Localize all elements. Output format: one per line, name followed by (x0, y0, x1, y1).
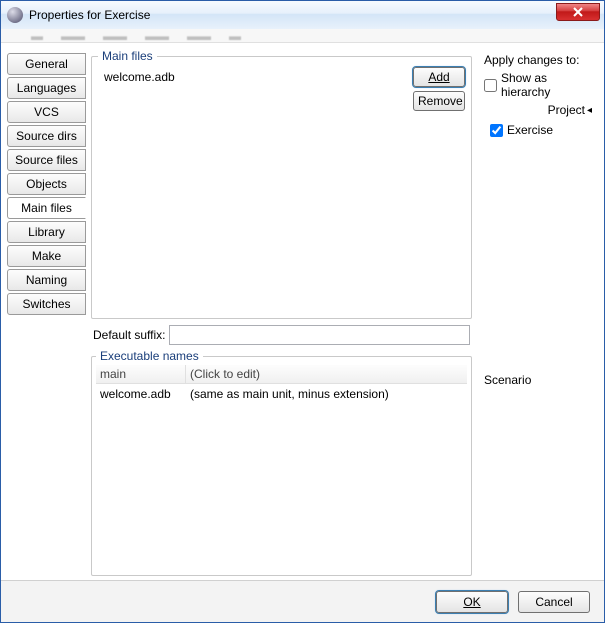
exec-row-name[interactable]: welcome.adb (96, 387, 186, 401)
tree-item-exercise[interactable]: Exercise (490, 123, 596, 137)
main-files-list[interactable]: welcome.adb (98, 67, 409, 111)
tab-strip: GeneralLanguagesVCSSource dirsSource fil… (7, 49, 85, 580)
remove-button[interactable]: Remove (413, 91, 465, 111)
properties-dialog: Properties for Exercise ▬▬▬▬▬▬▬▬▬▬ Gener… (0, 0, 605, 623)
scenario-header: Scenario (484, 373, 596, 387)
exec-row[interactable]: welcome.adb(same as main unit, minus ext… (96, 384, 467, 404)
tab-languages[interactable]: Languages (7, 77, 86, 99)
exec-header-main[interactable]: main (96, 365, 186, 383)
exec-rows: welcome.adb(same as main unit, minus ext… (96, 384, 467, 404)
main-file-item[interactable]: welcome.adb (102, 69, 405, 85)
show-hierarchy-label: Show as hierarchy (501, 71, 596, 99)
tab-general[interactable]: General (7, 53, 86, 75)
background-menu-shadow: ▬▬▬▬▬▬▬▬▬▬ (1, 29, 604, 43)
ok-button[interactable]: OK (436, 591, 508, 613)
default-suffix-input[interactable] (169, 325, 470, 345)
exec-table-header[interactable]: main (Click to edit) (96, 365, 467, 384)
tab-main-files[interactable]: Main files (7, 197, 86, 219)
apply-panel: Apply changes to: Show as hierarchy Proj… (478, 49, 598, 580)
default-suffix-label: Default suffix: (93, 328, 165, 342)
tab-source-files[interactable]: Source files (7, 149, 86, 171)
tab-library[interactable]: Library (7, 221, 86, 243)
executable-names-legend: Executable names (96, 349, 203, 363)
titlebar[interactable]: Properties for Exercise (1, 1, 604, 29)
show-hierarchy-row[interactable]: Show as hierarchy (484, 71, 596, 99)
exec-row-value[interactable]: (same as main unit, minus extension) (186, 387, 467, 401)
add-button[interactable]: Add (413, 67, 465, 87)
cancel-button[interactable]: Cancel (518, 591, 590, 613)
main-files-group: Main files welcome.adb Add Remove (91, 49, 472, 319)
tab-switches[interactable]: Switches (7, 293, 86, 315)
tab-naming[interactable]: Naming (7, 269, 86, 291)
tab-make[interactable]: Make (7, 245, 86, 267)
executable-names-group: Executable names main (Click to edit) we… (91, 349, 472, 576)
tree-item-label: Exercise (507, 123, 553, 137)
apply-header: Apply changes to: (484, 53, 596, 67)
project-selector[interactable]: Project ◂ (484, 103, 592, 117)
tab-objects[interactable]: Objects (7, 173, 86, 195)
exec-header-hint[interactable]: (Click to edit) (186, 365, 467, 383)
close-button[interactable] (556, 3, 600, 21)
tab-source-dirs[interactable]: Source dirs (7, 125, 86, 147)
show-hierarchy-checkbox[interactable] (484, 79, 497, 92)
main-files-legend: Main files (98, 49, 157, 63)
chevron-left-icon: ◂ (587, 105, 592, 116)
dialog-footer: OK Cancel (1, 580, 604, 622)
app-icon (7, 7, 23, 23)
tab-vcs[interactable]: VCS (7, 101, 86, 123)
tree-item-checkbox[interactable] (490, 124, 503, 137)
window-title: Properties for Exercise (29, 8, 150, 22)
center-panel: Main files welcome.adb Add Remove Defaul… (89, 49, 474, 580)
